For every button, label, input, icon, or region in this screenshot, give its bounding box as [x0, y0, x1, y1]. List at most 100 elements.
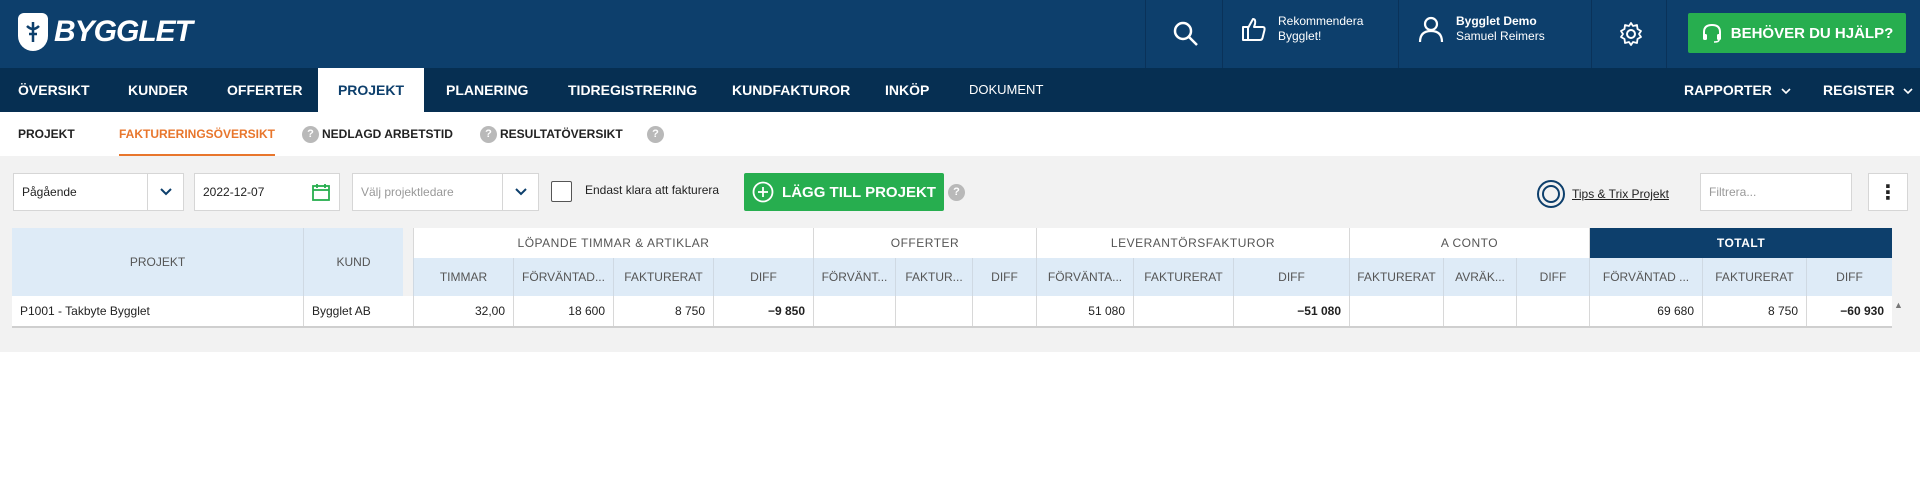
cell-total-forvantad: 69 680	[1589, 296, 1702, 326]
cell-lev-fakturerat	[1133, 296, 1233, 326]
cell-offert-diff	[972, 296, 1036, 326]
group-header-totalt: TOTALT	[1589, 228, 1892, 258]
nav-register[interactable]: REGISTER	[1823, 68, 1914, 112]
cell-aconto-avrak	[1443, 296, 1516, 326]
subnav-nedlagd-arbetstid[interactable]: NEDLAGD ARBETSTID	[322, 112, 453, 156]
col-header-fakturerat[interactable]: FAKTURERAT	[1133, 258, 1233, 296]
col-header-faktur[interactable]: FAKTUR...	[895, 258, 972, 296]
nav-kundfakturor[interactable]: KUNDFAKTUROR	[732, 68, 850, 112]
subnav-projekt[interactable]: PROJEKT	[18, 112, 75, 156]
nav-kunder[interactable]: KUNDER	[128, 68, 188, 112]
group-header-leverantorsfakturor: LEVERANTÖRSFAKTUROR	[1036, 228, 1349, 258]
help-button[interactable]: BEHÖVER DU HJÄLP?	[1688, 13, 1906, 53]
cell-project[interactable]: P1001 - Takbyte Bygglet	[12, 296, 303, 326]
user-icon	[1418, 16, 1444, 43]
subnav-faktureringsoversikt[interactable]: FAKTURERINGSÖVERSIKT	[119, 112, 276, 156]
project-leader-select[interactable]: Välj projektledare	[352, 173, 539, 211]
col-header-forvantat[interactable]: FÖRVÄNT...	[813, 258, 895, 296]
cell-diff: −9 850	[713, 296, 813, 326]
col-header-fakturerat[interactable]: FAKTURERAT	[613, 258, 713, 296]
col-header-fakturerat[interactable]: FAKTURERAT	[1702, 258, 1806, 296]
help-icon[interactable]: ?	[480, 126, 497, 143]
divider	[1666, 0, 1667, 68]
col-header-diff[interactable]: DIFF	[1233, 258, 1349, 296]
user-name: Bygglet Demo	[1456, 14, 1537, 28]
col-header-avrak[interactable]: AVRÄK...	[1443, 258, 1516, 296]
col-header-diff[interactable]: DIFF	[1516, 258, 1589, 296]
table-bottom-border	[12, 326, 1892, 328]
ready-to-invoice-checkbox[interactable]	[551, 181, 572, 202]
filter-input[interactable]: Filtrera...	[1700, 173, 1852, 211]
divider	[1398, 0, 1399, 68]
status-select[interactable]: Pågående	[13, 173, 184, 211]
cell-offert-fakturerat	[895, 296, 972, 326]
col-header-kund[interactable]: KUND	[303, 228, 403, 296]
scroll-up-icon[interactable]: ▲	[1894, 300, 1903, 310]
nav-oversikt[interactable]: ÖVERSIKT	[18, 68, 90, 112]
main-nav: ÖVERSIKT KUNDER OFFERTER PROJEKT PLANERI…	[0, 68, 1920, 112]
nav-planering[interactable]: PLANERING	[446, 68, 528, 112]
cell-aconto-diff	[1516, 296, 1589, 326]
col-header-fakturerat[interactable]: FAKTURERAT	[1349, 258, 1443, 296]
col-header-timmar[interactable]: TIMMAR	[413, 258, 513, 296]
nav-offerter[interactable]: OFFERTER	[227, 68, 302, 112]
help-icon[interactable]: ?	[302, 126, 319, 143]
col-header-diff[interactable]: DIFF	[1806, 258, 1892, 296]
cell-lev-diff: −51 080	[1233, 296, 1349, 326]
thumbs-up-icon	[1242, 18, 1266, 41]
col-header-forvantad[interactable]: FÖRVÄNTAD...	[513, 258, 613, 296]
divider	[1222, 0, 1223, 68]
nav-rapporter[interactable]: RAPPORTER	[1684, 68, 1791, 112]
col-header-forvantad[interactable]: FÖRVÄNTAD ...	[1589, 258, 1702, 296]
add-project-label: LÄGG TILL PROJEKT	[782, 183, 936, 201]
chevron-down-icon	[514, 188, 527, 196]
divider	[1145, 0, 1146, 68]
cell-forvantad: 18 600	[513, 296, 613, 326]
dropdown-toggle[interactable]	[147, 174, 183, 210]
recommend-button[interactable]: Rekommendera Bygglet!	[1240, 14, 1363, 44]
col-header-forvantat[interactable]: FÖRVÄNTA...	[1036, 258, 1133, 296]
ready-to-invoice-label: Endast klara att fakturera	[585, 183, 720, 197]
col-header-diff[interactable]: DIFF	[713, 258, 813, 296]
user-subtitle: Samuel Reimers	[1456, 29, 1545, 43]
date-value: 2022-12-07	[203, 185, 265, 199]
nav-inkop[interactable]: INKÖP	[885, 68, 929, 112]
date-field[interactable]: 2022-12-07	[194, 173, 340, 211]
help-icon[interactable]: ?	[948, 184, 965, 201]
add-project-button[interactable]: LÄGG TILL PROJEKT	[744, 173, 944, 211]
col-header-diff[interactable]: DIFF	[972, 258, 1036, 296]
cell-customer[interactable]: Bygglet AB	[303, 296, 413, 326]
chevron-down-icon	[1781, 88, 1791, 95]
settings-button[interactable]	[1608, 0, 1654, 68]
help-icon[interactable]: ?	[647, 126, 664, 143]
user-text: Bygglet Demo Samuel Reimers	[1456, 14, 1545, 44]
tips-label: Tips & Trix Projekt	[1572, 187, 1669, 201]
cell-total-diff: −60 930	[1806, 296, 1892, 326]
cell-lev-forvantat: 51 080	[1036, 296, 1133, 326]
dropdown-toggle[interactable]	[502, 174, 538, 210]
chevron-down-icon	[159, 188, 172, 196]
help-label: BEHÖVER DU HJÄLP?	[1730, 24, 1894, 42]
search-icon	[1173, 21, 1198, 46]
project-leader-placeholder: Välj projektledare	[361, 185, 454, 199]
lifebuoy-icon	[1537, 180, 1565, 208]
cell-fakturerat: 8 750	[613, 296, 713, 326]
nav-dokument[interactable]: DOKUMENT	[969, 68, 1043, 112]
sub-nav: PROJEKT FAKTURERINGSÖVERSIKT ? NEDLAGD A…	[0, 112, 1920, 156]
nav-tidregistrering[interactable]: TIDREGISTRERING	[568, 68, 697, 112]
cell-offert-forvantat	[813, 296, 895, 326]
search-button[interactable]	[1158, 0, 1214, 68]
nav-register-label: REGISTER	[1823, 82, 1895, 98]
calendar-icon[interactable]	[311, 182, 331, 202]
plus-circle-icon	[752, 181, 774, 203]
user-menu[interactable]: Bygglet Demo Samuel Reimers	[1418, 14, 1545, 44]
recommend-line2: Bygglet!	[1278, 29, 1322, 43]
nav-projekt[interactable]: PROJEKT	[318, 68, 424, 112]
tips-link[interactable]: Tips & Trix Projekt	[1536, 179, 1669, 209]
divider	[1591, 0, 1592, 68]
subnav-resultatoversikt[interactable]: RESULTATÖVERSIKT	[500, 112, 623, 156]
recommend-text: Rekommendera Bygglet!	[1278, 14, 1363, 44]
col-header-projekt[interactable]: PROJEKT	[12, 228, 303, 296]
more-options-button[interactable]: ⋮	[1868, 173, 1908, 211]
bygglet-logo[interactable]: BYGGLET	[18, 12, 193, 52]
